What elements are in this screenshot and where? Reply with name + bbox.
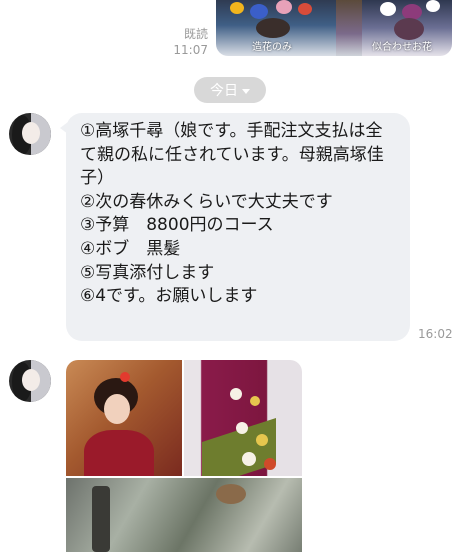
image-caption: 似合わせお花 [372,42,432,53]
vase-decoration [256,18,290,38]
flower-decoration [426,0,440,12]
message-line: ③予算 8800円のコース [80,215,274,236]
flower-decoration [250,4,268,19]
flower-decoration [230,2,244,14]
image-caption: 造花のみ [252,42,292,53]
photo-thumbnail[interactable] [66,360,182,476]
flower-decoration [380,2,396,16]
flower-decoration [276,0,292,14]
sent-image[interactable] [336,0,362,56]
date-label: 今日 [210,83,238,99]
avatar[interactable] [9,360,51,402]
sent-image[interactable]: 造花のみ [216,0,336,56]
message-line: て親の私に任されています。母親高塚佳 [80,144,384,165]
message-line: ②次の春休みくらいで大丈夫です [80,191,333,212]
avatar[interactable] [9,113,51,155]
message-line: ④ボブ 黒髪 [80,238,181,259]
read-receipt: 既読 [183,27,208,41]
flower-pattern [250,396,260,406]
obi-clasp [92,486,110,552]
flower-pattern [236,422,248,434]
photo-grid[interactable] [66,360,302,552]
chevron-down-icon [242,88,250,94]
sent-image-group[interactable]: 造花のみ 似合わせお花 [216,0,452,56]
obi-pattern [216,484,246,504]
face-shape [104,394,130,424]
flower-pattern [256,434,268,446]
sent-image[interactable]: 似合わせお花 [362,0,452,56]
kimono-shape [84,430,154,476]
message-line: ⑥4です。お願いします [80,286,258,307]
vase-decoration [394,18,424,40]
message-line: ⑤写真添付します [80,262,215,283]
hair-flower [120,372,130,382]
message-time: 16:02 [418,327,453,341]
message-line: 子） [80,168,114,189]
photo-thumbnail[interactable] [66,478,302,552]
message-time: 11:07 [173,43,208,57]
date-separator[interactable]: 今日 [194,77,266,103]
flower-pattern [264,458,276,470]
message-text: ①高塚千尋（娘です。手配注文支払は全 て親の私に任されています。母親高塚佳 子）… [80,120,398,309]
flower-pattern [242,452,256,466]
message-meta: 既読 11:07 [173,26,208,58]
message-line: ①高塚千尋（娘です。手配注文支払は全 [80,121,383,141]
flower-decoration [298,3,312,15]
photo-thumbnail[interactable] [184,360,302,476]
flower-pattern [230,388,242,400]
